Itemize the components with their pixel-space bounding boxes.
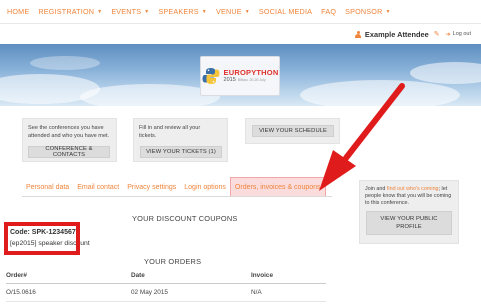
nav-events-label: EVENTS (111, 7, 142, 16)
column-header-order: Order# (6, 268, 131, 284)
top-navigation: HOME REGISTRATION ▼ EVENTS ▼ SPEAKERS ▼ VEN… (0, 0, 481, 24)
nav-social-media[interactable]: SOCIAL MEDIA (259, 7, 312, 16)
view-schedule-button[interactable]: VIEW YOUR SCHEDULE (252, 125, 334, 137)
chevron-down-icon: ▼ (385, 8, 391, 15)
logo-subtitle: Bilbao, 20-26 July (237, 77, 266, 82)
nav-registration[interactable]: REGISTRATION ▼ (38, 7, 102, 16)
orders-title: YOUR ORDERS (144, 257, 202, 266)
nav-venue[interactable]: VENUE ▼ (216, 7, 250, 16)
orders-table-header: Order# Date Invoice (6, 268, 326, 284)
column-header-date: Date (131, 268, 251, 284)
nav-events[interactable]: EVENTS ▼ (111, 7, 149, 16)
tab-login-options[interactable]: Login options (180, 177, 230, 196)
discount-coupons-title: YOUR DISCOUNT COUPONS (132, 214, 238, 223)
highlight-box (4, 222, 80, 255)
nav-registration-label: REGISTRATION (38, 7, 95, 16)
nav-faq[interactable]: FAQ (321, 7, 336, 16)
find-out-whos-coming-link[interactable]: find out who's coming (387, 186, 439, 192)
logo-year-text: 2015 (223, 76, 236, 83)
python-logo-icon (202, 68, 220, 84)
cloud-decoration (30, 56, 100, 70)
logout-icon[interactable]: ➜ (446, 31, 451, 38)
nav-speakers-label: SPEAKERS (158, 7, 199, 16)
cloud-decoration (410, 62, 481, 84)
nav-sponsor[interactable]: SPONSOR ▼ (345, 7, 391, 16)
tab-privacy-settings[interactable]: Privacy settings (123, 177, 180, 196)
cloud-decoration (80, 84, 220, 106)
nav-home-label: HOME (7, 7, 30, 16)
chevron-down-icon: ▼ (201, 8, 207, 15)
logo-title: EUROPYTHON (223, 67, 279, 77)
tab-personal-data[interactable]: Personal data (22, 177, 73, 196)
chevron-down-icon: ▼ (244, 8, 250, 15)
edit-pencil-icon[interactable]: ✎ (434, 30, 440, 38)
chevron-down-icon: ▼ (97, 8, 103, 15)
profile-tabs: Personal data Email contact Privacy sett… (22, 177, 332, 197)
nav-home[interactable]: HOME (7, 7, 29, 16)
tab-email-contact[interactable]: Email contact (73, 177, 123, 196)
nav-sponsor-label: SPONSOR (345, 7, 383, 16)
conference-contacts-button[interactable]: CONFERENCE & CONTACTS (28, 146, 110, 158)
cloud-decoration (300, 80, 460, 106)
tickets-card-text: Fill in and review all your tickets. (139, 125, 201, 139)
tab-orders-invoices-coupons[interactable]: Orders, invoices & coupons (229, 177, 326, 196)
logout-link[interactable]: Log out (453, 31, 471, 37)
user-bar: Example Attendee ✎ ➜ Log out (0, 24, 481, 44)
conferences-card-text: See the conferences you have attended an… (28, 125, 110, 139)
orders-table: Order# Date Invoice O/15.0616 02 May 201… (6, 268, 326, 302)
public-profile-text: Join and find out who's coming; let peop… (365, 186, 457, 208)
order-number-cell: O/15.0616 (6, 283, 131, 302)
logo-year: 2015 Bilbao, 20-26 July (224, 77, 279, 84)
invoice-cell: N/A (251, 283, 326, 302)
nav-venue-label: VENUE (215, 7, 242, 16)
conferences-card: See the conferences you have attended an… (22, 118, 117, 162)
europython-logo[interactable]: EUROPYTHON 2015 Bilbao, 20-26 July (200, 56, 280, 96)
nav-faq-label: FAQ (321, 7, 337, 16)
user-icon (355, 30, 362, 38)
user-name[interactable]: Example Attendee (365, 30, 429, 39)
schedule-card: VIEW YOUR SCHEDULE (245, 118, 340, 144)
public-profile-box: Join and find out who's coming; let peop… (359, 180, 459, 244)
tickets-card: Fill in and review all your tickets. VIE… (133, 118, 228, 162)
chevron-down-icon: ▼ (144, 8, 150, 15)
nav-social-media-label: SOCIAL MEDIA (258, 7, 313, 16)
order-date-cell: 02 May 2015 (131, 283, 251, 302)
public-profile-text-pre: Join and (365, 186, 387, 192)
column-header-invoice: Invoice (251, 268, 326, 284)
nav-speakers[interactable]: SPEAKERS ▼ (158, 7, 207, 16)
table-row: O/15.0616 02 May 2015 N/A (6, 283, 326, 302)
view-public-profile-button[interactable]: VIEW YOUR PUBLIC PROFILE (366, 211, 452, 235)
view-tickets-button[interactable]: VIEW YOUR TICKETS (1) (140, 146, 222, 158)
